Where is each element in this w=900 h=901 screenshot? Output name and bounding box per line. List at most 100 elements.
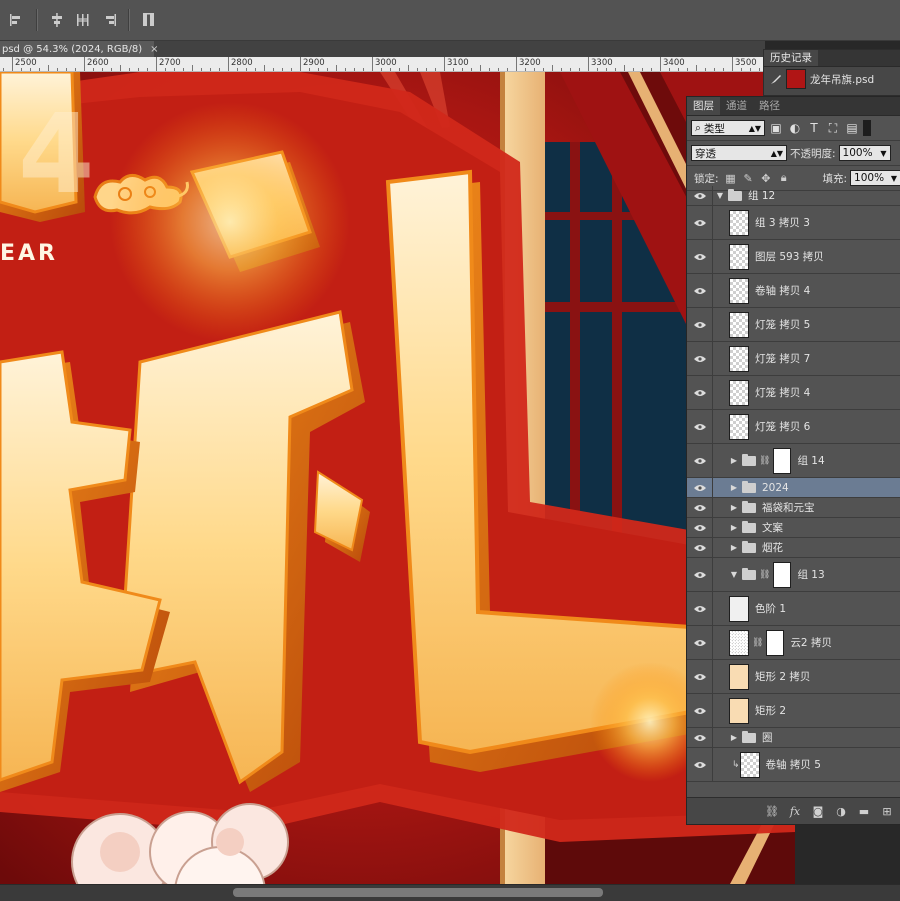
tab-history[interactable]: 历史记录 xyxy=(764,50,818,66)
layer-row[interactable]: ▶ 圈 xyxy=(687,728,900,748)
distribute-icon[interactable] xyxy=(138,9,160,31)
layer-row[interactable]: 卷轴 拷贝 4 xyxy=(687,274,900,308)
horizontal-scrollbar[interactable] xyxy=(0,884,900,901)
eye-icon[interactable] xyxy=(687,592,713,625)
layer-row[interactable]: ▶ 2024 xyxy=(687,478,900,498)
layer-row[interactable]: ▶ 福袋和元宝 xyxy=(687,498,900,518)
blend-mode-select[interactable]: 穿透 ▲▼ xyxy=(691,145,787,161)
type-filter-icon[interactable]: T xyxy=(806,120,822,136)
eye-icon[interactable] xyxy=(687,694,713,727)
chevron-down-icon[interactable]: ▼ xyxy=(715,191,725,200)
chevron-down-icon[interactable]: ▼ xyxy=(729,570,739,579)
scrollbar-thumb[interactable] xyxy=(233,888,603,897)
eye-icon[interactable] xyxy=(687,498,713,517)
new-layer-icon[interactable]: ⊞ xyxy=(878,802,896,820)
lock-move-icon[interactable]: ✥ xyxy=(760,171,772,185)
layer-group-row[interactable]: ▼ 组 12 xyxy=(687,186,900,206)
tab-paths[interactable]: 路径 xyxy=(753,97,786,115)
filter-toggle-icon[interactable] xyxy=(863,120,871,136)
eye-icon[interactable] xyxy=(687,558,713,591)
layer-row[interactable]: 图层 593 拷贝 xyxy=(687,240,900,274)
layer-row[interactable]: 组 3 拷贝 3 xyxy=(687,206,900,240)
history-item[interactable]: 龙年吊旗.psd xyxy=(764,67,900,91)
mask-icon[interactable]: ◙ xyxy=(809,802,827,820)
eye-icon[interactable] xyxy=(687,518,713,537)
eye-icon[interactable] xyxy=(687,274,713,307)
layer-row[interactable]: ▼ ⛓ 组 13 xyxy=(687,558,900,592)
link-icon[interactable]: ⛓ xyxy=(763,802,781,820)
shape-filter-icon[interactable]: ⛶ xyxy=(825,120,841,136)
eye-icon[interactable] xyxy=(687,538,713,557)
layer-mask-thumbnail[interactable] xyxy=(773,447,792,474)
smart-object-filter-icon[interactable]: ▤ xyxy=(844,120,860,136)
layer-thumbnail[interactable] xyxy=(739,751,760,778)
align-center-icon[interactable] xyxy=(46,9,68,31)
layer-mask-thumbnail[interactable] xyxy=(766,629,785,656)
fill-field[interactable]: 100% ▼ xyxy=(850,170,900,186)
layer-thumbnail[interactable] xyxy=(729,697,749,724)
chevron-right-icon[interactable]: ▶ xyxy=(729,456,739,465)
horizontal-ruler[interactable]: 2400250026002700280029003000310032003300… xyxy=(0,57,765,72)
layer-kind-filter[interactable]: ⌕ 类型 ▲▼ xyxy=(691,120,765,136)
pixel-filter-icon[interactable]: ▣ xyxy=(768,120,784,136)
layer-list[interactable]: ▼ 组 12 组 3 拷贝 3 图层 593 拷贝 卷轴 拷贝 4 灯笼 拷贝 5 灯笼… xyxy=(687,186,900,796)
align-right-icon[interactable] xyxy=(98,9,120,31)
document-tab[interactable]: psd @ 54.3% (2024, RGB/8) × xyxy=(0,41,159,57)
layer-thumbnail[interactable] xyxy=(729,277,749,304)
layer-row[interactable]: ▶ ⛓ 组 14 xyxy=(687,444,900,478)
close-icon[interactable]: × xyxy=(150,44,158,55)
fx-icon[interactable]: fx xyxy=(786,802,804,820)
eye-icon[interactable] xyxy=(687,626,713,659)
eye-icon[interactable] xyxy=(687,410,713,443)
layer-row[interactable]: ⛓ 云2 拷贝 xyxy=(687,626,900,660)
layer-thumbnail[interactable] xyxy=(729,379,749,406)
layer-row[interactable]: ▶ 文案 xyxy=(687,518,900,538)
adjustment-filter-icon[interactable]: ◐ xyxy=(787,120,803,136)
layer-thumbnail[interactable] xyxy=(729,629,749,656)
lock-brush-icon[interactable]: ✎ xyxy=(742,171,754,185)
link-icon[interactable]: ⛓ xyxy=(759,456,770,466)
eye-icon[interactable] xyxy=(687,206,713,239)
chevron-right-icon[interactable]: ▶ xyxy=(729,523,739,532)
adjustment-icon[interactable]: ◑ xyxy=(832,802,850,820)
link-icon[interactable]: ⛓ xyxy=(752,638,763,648)
eye-icon[interactable] xyxy=(687,728,713,747)
layer-thumbnail[interactable] xyxy=(729,311,749,338)
eye-icon[interactable] xyxy=(687,308,713,341)
chevron-right-icon[interactable]: ▶ xyxy=(729,483,739,492)
eye-icon[interactable] xyxy=(687,478,713,497)
opacity-field[interactable]: 100% ▼ xyxy=(838,145,891,161)
eye-icon[interactable] xyxy=(687,376,713,409)
link-icon[interactable]: ⛓ xyxy=(759,570,770,580)
lock-all-icon[interactable]: 🔒︎ xyxy=(778,171,790,185)
layer-row[interactable]: 灯笼 拷贝 5 xyxy=(687,308,900,342)
tab-layers[interactable]: 图层 xyxy=(687,97,720,115)
align-left-icon[interactable] xyxy=(6,9,28,31)
layer-thumbnail[interactable] xyxy=(729,345,749,372)
layer-mask-thumbnail[interactable] xyxy=(773,561,792,588)
layer-row[interactable]: 矩形 2 xyxy=(687,694,900,728)
lock-transparent-icon[interactable]: ▦ xyxy=(725,171,737,185)
chevron-right-icon[interactable]: ▶ xyxy=(729,733,739,742)
layer-row[interactable]: 色阶 1 xyxy=(687,592,900,626)
distribute-horizontal-icon[interactable] xyxy=(72,9,94,31)
eye-icon[interactable] xyxy=(687,342,713,375)
layer-row[interactable]: ▶ 烟花 xyxy=(687,538,900,558)
eye-icon[interactable] xyxy=(687,240,713,273)
chevron-right-icon[interactable]: ▶ xyxy=(729,503,739,512)
layer-thumbnail[interactable] xyxy=(729,209,749,236)
eye-icon[interactable] xyxy=(687,186,713,205)
eye-icon[interactable] xyxy=(687,660,713,693)
layer-row[interactable]: 矩形 2 拷贝 xyxy=(687,660,900,694)
layer-row[interactable]: ↳ 卷轴 拷贝 5 xyxy=(687,748,900,782)
levels-adjustment-icon[interactable] xyxy=(729,595,749,622)
layer-thumbnail[interactable] xyxy=(729,243,749,270)
layer-row[interactable]: 灯笼 拷贝 7 xyxy=(687,342,900,376)
chevron-right-icon[interactable]: ▶ xyxy=(729,543,739,552)
layer-row[interactable]: 灯笼 拷贝 6 xyxy=(687,410,900,444)
eye-icon[interactable] xyxy=(687,748,713,781)
new-group-icon[interactable]: ▬ xyxy=(855,802,873,820)
tab-channels[interactable]: 通道 xyxy=(720,97,753,115)
document-canvas[interactable]: 4 EAR xyxy=(0,72,795,884)
layer-thumbnail[interactable] xyxy=(729,413,749,440)
